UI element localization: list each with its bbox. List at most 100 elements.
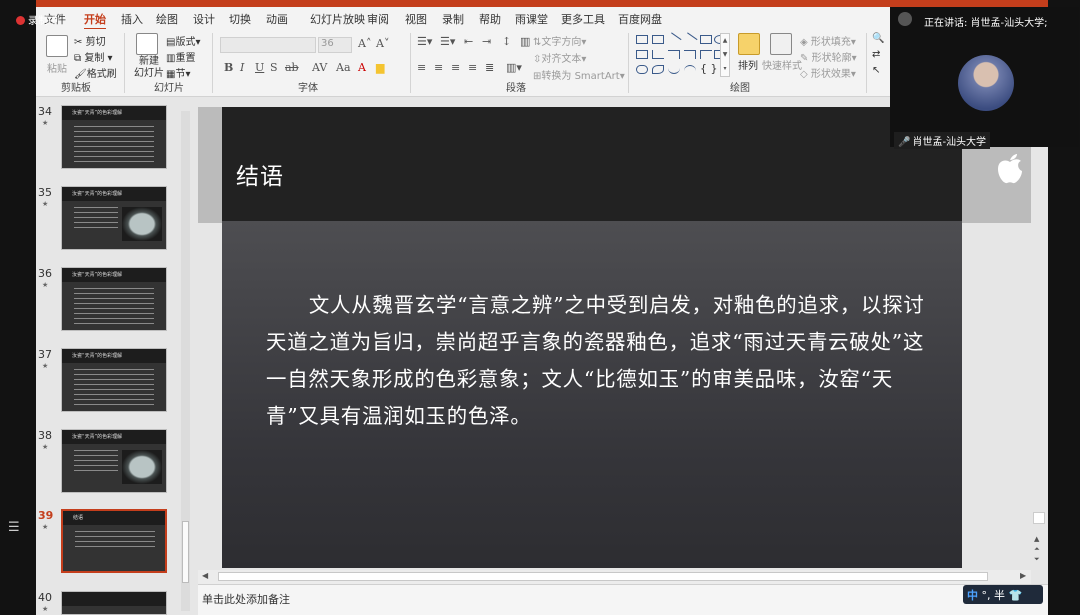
increase-indent-button[interactable]: ⇥ bbox=[482, 35, 491, 48]
connector-shape-icon[interactable] bbox=[684, 50, 696, 59]
quick-styles-icon[interactable] bbox=[770, 33, 792, 55]
brace-shape-icon[interactable]: { } bbox=[700, 62, 718, 75]
shirt-icon[interactable]: 👕 bbox=[1009, 589, 1023, 602]
section-button[interactable]: ▦节▾ bbox=[166, 65, 190, 80]
align-text-button[interactable]: ⇳对齐文本▾ bbox=[533, 50, 586, 65]
arrange-icon[interactable] bbox=[738, 33, 760, 55]
shapes-gallery[interactable]: { } bbox=[634, 32, 726, 77]
change-case-button[interactable]: Aa bbox=[336, 61, 351, 74]
tab-10[interactable]: 录制 bbox=[442, 11, 464, 27]
numbering-button[interactable]: ☰▾ bbox=[440, 35, 455, 48]
next-slide-icon[interactable]: ⏷ bbox=[1034, 555, 1040, 564]
select-icon[interactable]: ↖ bbox=[872, 65, 880, 76]
thumbnail-scroll-thumb[interactable] bbox=[182, 521, 189, 583]
align-center-button[interactable]: ≡ bbox=[434, 61, 443, 74]
slide-thumbnail[interactable]: 汝瓷“天青”的色彩理解 bbox=[61, 429, 167, 493]
replace-icon[interactable]: ⇄ bbox=[872, 49, 880, 60]
tab-14[interactable]: 百度网盘 bbox=[618, 11, 662, 27]
slide-thumbnail[interactable] bbox=[61, 591, 167, 615]
quick-styles-button[interactable]: 快速样式 bbox=[762, 57, 802, 72]
arc-shape-icon[interactable] bbox=[652, 65, 664, 74]
highlight-button[interactable]: ▆ bbox=[376, 61, 384, 74]
line-shape-icon[interactable] bbox=[682, 32, 698, 47]
arrange-button[interactable]: 排列 bbox=[738, 57, 758, 72]
tab-12[interactable]: 雨课堂 bbox=[515, 11, 548, 27]
font-size-select[interactable]: 36 bbox=[318, 37, 352, 53]
columns-button[interactable]: ▥ bbox=[520, 35, 530, 48]
ime-mode[interactable]: 中 bbox=[967, 589, 978, 602]
copy-button[interactable]: ⧉ 复制 ▾ bbox=[74, 49, 113, 64]
find-icon[interactable]: 🔍 bbox=[872, 33, 884, 44]
tab-5[interactable]: 切换 bbox=[229, 11, 251, 27]
notes-pane[interactable]: 单击此处添加备注 bbox=[198, 584, 1048, 615]
tab-2[interactable]: 插入 bbox=[121, 11, 143, 27]
vertical-scrollbar[interactable]: ▲ ⏶ ⏷ bbox=[1031, 97, 1048, 570]
bullets-button[interactable]: ☰▾ bbox=[417, 35, 432, 48]
align-left-button[interactable]: ≡ bbox=[417, 61, 426, 74]
distribute-button[interactable]: ≣ bbox=[485, 61, 494, 74]
shrink-font-button[interactable]: A˅ bbox=[376, 37, 389, 50]
slide-thumbnail[interactable]: 汝瓷“天青”的色彩理解 bbox=[61, 348, 167, 412]
slide-body-text[interactable]: 文人从魏晋玄学“言意之辨”之中受到启发，对釉色的追求，以探讨天道之道为旨归，崇尚… bbox=[266, 287, 926, 435]
italic-button[interactable]: I bbox=[240, 61, 244, 74]
align-right-button[interactable]: ≡ bbox=[451, 61, 460, 74]
tab-8[interactable]: 审阅 bbox=[367, 11, 389, 27]
horizontal-scroll-thumb[interactable] bbox=[218, 572, 988, 581]
vertical-scroll-thumb[interactable] bbox=[1033, 512, 1045, 524]
thumbnail-scrollbar[interactable] bbox=[181, 111, 190, 611]
new-slide-button[interactable]: 新建 幻灯片 bbox=[132, 56, 166, 80]
new-slide-icon[interactable] bbox=[136, 33, 158, 55]
tab-3[interactable]: 绘图 bbox=[156, 11, 178, 27]
textbox-shape-icon[interactable] bbox=[652, 35, 664, 44]
smartart-button[interactable]: ⊞转换为 SmartArt▾ bbox=[533, 67, 625, 82]
tab-11[interactable]: 帮助 bbox=[479, 11, 501, 27]
slide-thumbnail[interactable]: 汝瓷“天青”的色彩理解 bbox=[61, 186, 167, 250]
decrease-indent-button[interactable]: ⇤ bbox=[464, 35, 473, 48]
shapes-gallery-scroll[interactable]: ▲ ▼ ▾ bbox=[720, 33, 730, 77]
notes-placeholder[interactable]: 单击此处添加备注 bbox=[202, 591, 290, 607]
slide-thumbnail[interactable]: 汝瓷“天青”的色彩理解 bbox=[61, 105, 167, 169]
text-direction-button[interactable]: ⇅文字方向▾ bbox=[533, 33, 586, 48]
connector-shape-icon[interactable] bbox=[668, 50, 680, 59]
scroll-up-icon[interactable]: ▲ bbox=[1034, 535, 1039, 543]
tab-13[interactable]: 更多工具 bbox=[561, 11, 605, 27]
ime-symbols[interactable]: °, 半 bbox=[982, 589, 1006, 602]
line-spacing-button[interactable]: ↕ bbox=[502, 35, 511, 48]
slide-thumbnail[interactable]: 结语 bbox=[61, 509, 167, 573]
underline-button[interactable]: U bbox=[255, 61, 264, 74]
rectangle-shape-icon[interactable] bbox=[700, 35, 712, 44]
paste-button[interactable]: 粘贴 bbox=[47, 60, 67, 75]
recording-badge[interactable]: 录制中 bbox=[16, 12, 58, 27]
shadow-button[interactable]: S bbox=[270, 61, 278, 74]
ime-status-bar[interactable]: 中 °, 半 👕 bbox=[963, 585, 1043, 604]
font-color-button[interactable]: A bbox=[358, 61, 366, 74]
tab-4[interactable]: 设计 bbox=[193, 11, 215, 27]
font-name-select[interactable] bbox=[220, 37, 316, 53]
connector-shape-icon[interactable] bbox=[700, 50, 712, 59]
justify-button[interactable]: ≡ bbox=[468, 61, 477, 74]
curve-shape-icon[interactable] bbox=[684, 65, 696, 74]
tab-9[interactable]: 视图 bbox=[405, 11, 427, 27]
tab-1[interactable]: 开始 bbox=[84, 11, 106, 30]
shape-fill-button[interactable]: ◈ 形状填充▾ bbox=[800, 33, 856, 48]
shape-outline-button[interactable]: ✎ 形状轮廓▾ bbox=[800, 49, 857, 64]
grow-font-button[interactable]: A˄ bbox=[358, 37, 371, 50]
cut-button[interactable]: ✂ 剪切 bbox=[74, 33, 106, 48]
slide-thumbnail[interactable]: 汝瓷“天青”的色彩理解 bbox=[61, 267, 167, 331]
rectangle-shape-icon[interactable] bbox=[636, 50, 648, 59]
previous-slide-icon[interactable]: ⏶ bbox=[1034, 545, 1040, 554]
line-shape-icon[interactable] bbox=[666, 32, 682, 47]
paste-icon[interactable] bbox=[46, 35, 68, 57]
format-painter-button[interactable]: 🖌格式刷 bbox=[74, 65, 117, 80]
rounded-shape-icon[interactable] bbox=[636, 65, 648, 74]
strikethrough-button[interactable]: ab bbox=[285, 61, 299, 74]
textbox-shape-icon[interactable] bbox=[636, 35, 648, 44]
shape-effects-button[interactable]: ◇ 形状效果▾ bbox=[800, 65, 856, 80]
list-menu-icon[interactable]: ☰ bbox=[8, 520, 20, 535]
reset-button[interactable]: ▥重置 bbox=[166, 49, 195, 64]
current-slide[interactable]: 结语 文人从魏晋玄学“言意之辨”之中受到启发，对釉色的追求，以探讨天道之道为旨归… bbox=[222, 107, 962, 568]
curve-shape-icon[interactable] bbox=[668, 65, 680, 74]
triangle-shape-icon[interactable] bbox=[652, 50, 664, 59]
slide-title[interactable]: 结语 bbox=[236, 157, 284, 191]
participant-video[interactable] bbox=[958, 55, 1014, 111]
